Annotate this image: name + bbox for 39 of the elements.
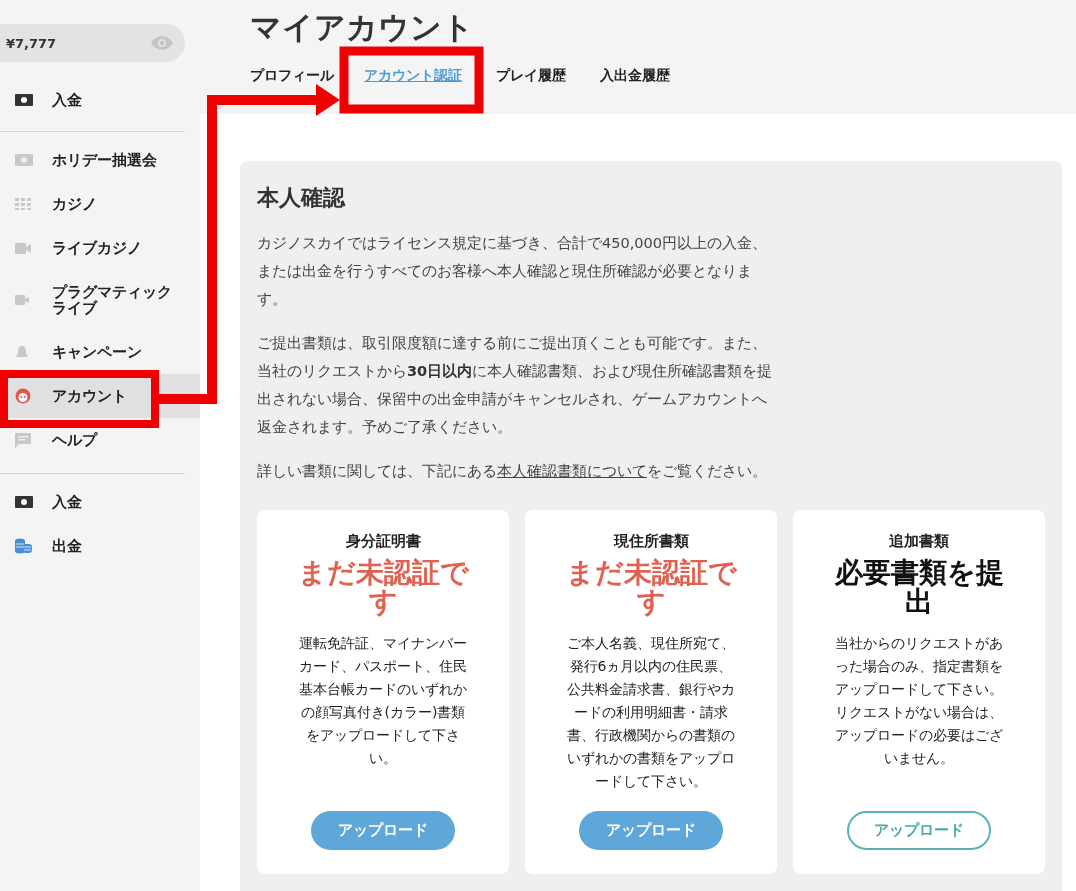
eye-icon[interactable]	[151, 36, 173, 50]
sidebar-item[interactable]: 入金	[0, 480, 200, 524]
grid-icon	[15, 198, 31, 210]
sidebar-item[interactable]: プラグマティックライブ	[0, 270, 200, 330]
tab[interactable]: プレイ履歴	[496, 66, 566, 84]
paragraph: ご提出書類は、取引限度額に達する前にご提出頂くことも可能です。また、当社のリクエストから30日以内に本人確認書類、および現住所確認書類を提出されない場合、保留中の出金申請がキャンセルされ、ゲームアカウントへ返金されます。予めご了承ください。	[257, 334, 774, 437]
sidebar-item[interactable]: ヘルプ	[0, 418, 200, 462]
tab[interactable]: 入出金履歴	[600, 66, 670, 84]
paragraph: 詳しい書類に関しては、下記にある本人確認書類について をご覧ください。	[257, 462, 768, 481]
card-title: 身分証明書	[345, 532, 421, 551]
cash-icon	[15, 154, 33, 166]
video-camera-icon	[15, 242, 31, 254]
bell-icon	[15, 345, 29, 359]
card-title: 追加書類	[889, 532, 949, 551]
status-text: 必要書類を提出	[833, 558, 1005, 616]
sidebar-item[interactable]: ライブカジノ	[0, 226, 200, 270]
section-heading: 本人確認	[257, 184, 347, 212]
sidebar-item[interactable]: 出金	[0, 524, 200, 568]
card-description: 当社からのリクエストがあった場合のみ、指定書類をアップロードして下さい。リクエストがない場合は、アップロードの必要はございません。	[834, 634, 1004, 768]
status-text: まだ未認証です	[296, 558, 470, 616]
card-description: ご本人名義、現住所宛て、発行6ヵ月以内の住民票、公共料金請求書、銀行やカードの利用明細書・請求書、行政機関からの書類のいずれかの書類をアップロードして下さい。	[566, 634, 736, 791]
video-camera-icon	[15, 295, 29, 305]
card-description: 運転免許証、マイナンバーカード、パスポート、住民基本台帳カードのいずれかの顔写真付き(カラー)書類をアップロードして下さい。	[298, 634, 468, 768]
paragraph: カジノスカイではライセンス規定に基づき、合計で450,000円以上の入金、または出金を行うすべてのお客様へ本人確認と現住所確認が必要となります。	[257, 234, 768, 309]
status-text: まだ未認証です	[564, 558, 738, 616]
cash-icon	[15, 496, 33, 508]
sidebar-item[interactable]: ホリデー抽選会	[0, 138, 200, 182]
tab[interactable]: プロフィール	[250, 66, 334, 84]
card-title: 現住所書類	[613, 532, 689, 551]
sidebar-item[interactable]: カジノ	[0, 182, 200, 226]
cash-icon	[15, 94, 33, 106]
chat-icon	[15, 432, 31, 448]
face-icon	[15, 388, 31, 404]
sidebar-item[interactable]: 入金	[0, 78, 200, 122]
documents-link[interactable]: 本人確認書類について	[497, 463, 647, 479]
balance-amount: ¥7,777	[6, 35, 57, 51]
coins-icon	[15, 538, 32, 554]
page-title: マイアカウント	[250, 8, 475, 47]
sidebar-item[interactable]: キャンペーン	[0, 330, 200, 374]
